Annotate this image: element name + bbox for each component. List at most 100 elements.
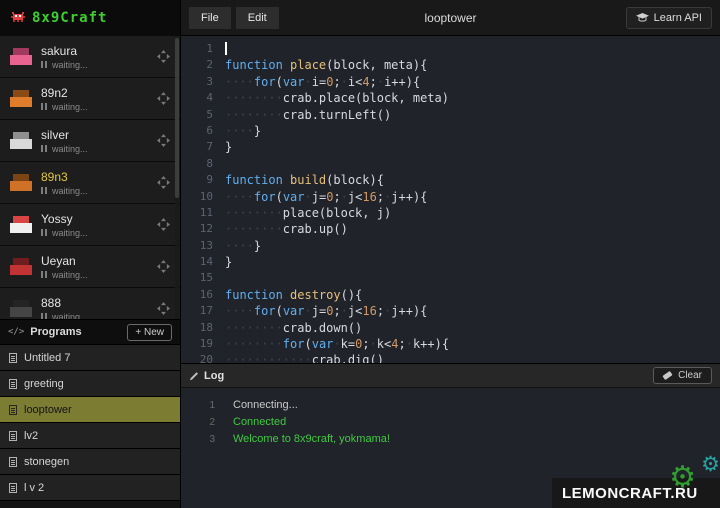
file-menu-button[interactable]: File bbox=[189, 7, 231, 29]
player-status-row: waiting... bbox=[41, 60, 157, 70]
player-status: waiting... bbox=[52, 102, 88, 112]
learn-api-button[interactable]: Learn API bbox=[626, 7, 712, 29]
code-line[interactable]: 17····for(var·j=0;·j<16;·j++){ bbox=[181, 303, 720, 319]
compass-icon[interactable] bbox=[157, 260, 170, 273]
line-number: 3 bbox=[181, 74, 225, 90]
code-line[interactable]: 12········crab.up() bbox=[181, 221, 720, 237]
program-item[interactable]: l v 2 bbox=[0, 475, 180, 501]
player-row[interactable]: sakurawaiting... bbox=[0, 36, 180, 78]
pause-icon bbox=[41, 103, 48, 110]
line-number: 15 bbox=[181, 270, 225, 286]
log-entry: 2Connected bbox=[181, 414, 720, 431]
logo: 8x9Craft bbox=[0, 0, 181, 36]
program-list: Untitled 7 greeting looptower lv2 stonegenl … bbox=[0, 345, 180, 501]
player-avatar bbox=[10, 300, 32, 317]
compass-icon[interactable] bbox=[157, 302, 170, 315]
compass-icon[interactable] bbox=[157, 218, 170, 231]
code-line[interactable]: 7} bbox=[181, 139, 720, 155]
code-line[interactable]: 9function build(block){ bbox=[181, 172, 720, 188]
line-number: 5 bbox=[181, 107, 225, 123]
edit-menu-button[interactable]: Edit bbox=[236, 7, 279, 29]
code-line[interactable]: 20············crab.dig() bbox=[181, 352, 720, 363]
file-icon bbox=[9, 483, 17, 493]
compass-icon[interactable] bbox=[157, 176, 170, 189]
player-row[interactable]: silver waiting... bbox=[0, 120, 180, 162]
8x9craft-app: 8x9Craft File Edit looptower Learn API s… bbox=[0, 0, 720, 508]
player-row[interactable]: 89n3waiting... bbox=[0, 162, 180, 204]
player-row[interactable]: 888waiting... bbox=[0, 288, 180, 319]
line-number: 16 bbox=[181, 287, 225, 303]
player-status: waiting... bbox=[52, 186, 88, 196]
line-number: 20 bbox=[181, 352, 225, 363]
code-line[interactable]: 13····} bbox=[181, 238, 720, 254]
player-status-row: waiting... bbox=[41, 102, 157, 112]
player-avatar bbox=[10, 90, 32, 107]
player-name: Yossy bbox=[41, 212, 157, 226]
program-item[interactable]: Untitled 7 bbox=[0, 345, 180, 371]
code-text bbox=[225, 41, 227, 57]
program-item[interactable]: looptower bbox=[0, 397, 180, 423]
code-editor[interactable]: 12function place(block, meta){3····for(v… bbox=[181, 36, 720, 363]
log-entry: 1Connecting... bbox=[181, 397, 720, 414]
gear-icon: ⚙ bbox=[669, 463, 696, 493]
code-line[interactable]: 1 bbox=[181, 41, 720, 57]
text-cursor bbox=[225, 42, 227, 55]
code-icon: </> bbox=[8, 327, 24, 337]
code-text: function place(block, meta){ bbox=[225, 57, 427, 73]
compass-icon[interactable] bbox=[157, 50, 170, 63]
line-number: 7 bbox=[181, 139, 225, 155]
code-line[interactable]: 15 bbox=[181, 270, 720, 286]
clear-log-button[interactable]: Clear bbox=[653, 367, 712, 384]
player-info: Ueyanwaiting... bbox=[41, 254, 157, 280]
sidebar: sakurawaiting...89n2waiting... silver wait… bbox=[0, 36, 181, 508]
code-line[interactable]: 6····} bbox=[181, 123, 720, 139]
line-number: 8 bbox=[181, 156, 225, 172]
code-line[interactable]: 18········crab.down() bbox=[181, 320, 720, 336]
code-line[interactable]: 10····for(var·j=0;·j<16;·j++){ bbox=[181, 189, 720, 205]
program-item[interactable]: stonegen bbox=[0, 449, 180, 475]
logo-text: 8x9Craft bbox=[32, 10, 107, 26]
player-row[interactable]: 89n2waiting... bbox=[0, 78, 180, 120]
compass-icon[interactable] bbox=[157, 134, 170, 147]
code-line[interactable]: 19········for(var·k=0;·k<4;·k++){ bbox=[181, 336, 720, 352]
code-line[interactable]: 11········place(block, j) bbox=[181, 205, 720, 221]
line-number: 6 bbox=[181, 123, 225, 139]
watermark: ⚙ ⚙ LEMONCRAFT.RU bbox=[552, 478, 720, 508]
player-status-row: waiting... bbox=[41, 144, 157, 154]
new-program-button[interactable]: + New bbox=[127, 324, 172, 341]
player-row[interactable]: Ueyanwaiting... bbox=[0, 246, 180, 288]
player-name: Ueyan bbox=[41, 254, 157, 268]
code-line[interactable]: 3····for(var·i=0;·i<4;·i++){ bbox=[181, 74, 720, 90]
line-number: 17 bbox=[181, 303, 225, 319]
player-avatar bbox=[10, 48, 32, 65]
player-status-row: waiting... bbox=[41, 312, 157, 320]
code-line[interactable]: 14} bbox=[181, 254, 720, 270]
log-message: Connected bbox=[233, 414, 286, 431]
code-text: } bbox=[225, 139, 232, 155]
line-number: 2 bbox=[181, 57, 225, 73]
player-info: 888waiting... bbox=[41, 296, 157, 320]
graduation-cap-icon bbox=[636, 13, 649, 22]
pencil-icon bbox=[189, 371, 199, 381]
compass-icon[interactable] bbox=[157, 92, 170, 105]
program-label: lv2 bbox=[24, 430, 38, 442]
code-text: ············crab.dig() bbox=[225, 352, 384, 363]
code-text: ········crab.up() bbox=[225, 221, 348, 237]
scrollbar-thumb[interactable] bbox=[175, 38, 179, 198]
player-row[interactable]: Yossywaiting... bbox=[0, 204, 180, 246]
program-label: looptower bbox=[24, 404, 72, 416]
code-line[interactable]: 8 bbox=[181, 156, 720, 172]
program-label: Untitled 7 bbox=[24, 352, 70, 364]
line-number: 18 bbox=[181, 320, 225, 336]
code-line[interactable]: 2function place(block, meta){ bbox=[181, 57, 720, 73]
program-item[interactable]: greeting bbox=[0, 371, 180, 397]
line-number: 11 bbox=[181, 205, 225, 221]
player-info: silver waiting... bbox=[41, 128, 157, 154]
player-name: silver bbox=[41, 128, 157, 142]
code-line[interactable]: 4········crab.place(block, meta) bbox=[181, 90, 720, 106]
code-line[interactable]: 5········crab.turnLeft() bbox=[181, 107, 720, 123]
log-line-number: 1 bbox=[181, 397, 233, 414]
pause-icon bbox=[41, 187, 48, 194]
program-item[interactable]: lv2 bbox=[0, 423, 180, 449]
code-line[interactable]: 16function destroy(){ bbox=[181, 287, 720, 303]
